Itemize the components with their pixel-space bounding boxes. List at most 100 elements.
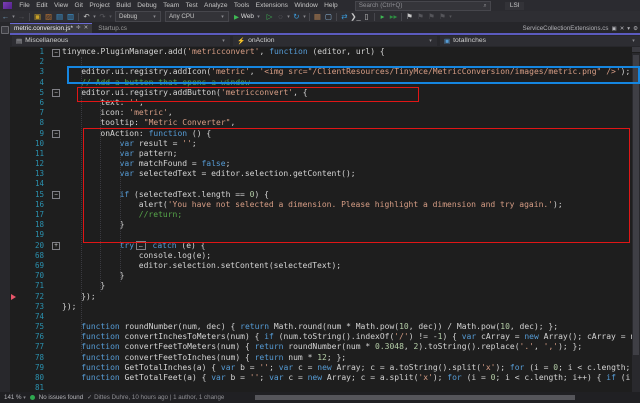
code-line[interactable]: 78 function convertFeetToInches(num) { re… <box>10 353 632 363</box>
code-line[interactable]: 18} <box>10 220 632 230</box>
menu-test[interactable]: Test <box>182 2 200 9</box>
code-line[interactable]: 68 console.log(e); <box>10 251 632 261</box>
menu-file[interactable]: File <box>16 2 33 9</box>
tab-metric-conversion-js[interactable]: metric.conversion.js* ✛ ✕ <box>10 22 93 33</box>
scrollbar-split-handle[interactable] <box>632 47 640 53</box>
horizontal-scrollbar-thumb[interactable] <box>255 395 575 400</box>
fold-margin[interactable] <box>50 108 62 118</box>
fold-margin[interactable] <box>50 118 62 128</box>
menu-extensions[interactable]: Extensions <box>252 2 291 9</box>
code-line[interactable]: 74 <box>10 312 632 322</box>
code-line[interactable]: 13 var selectedText = editor.selection.ge… <box>10 169 632 179</box>
code-line[interactable]: 76 function convertInchesToMeters(num) { … <box>10 332 632 342</box>
save-icon[interactable]: ▤ <box>54 12 65 22</box>
breakpoint-margin[interactable] <box>10 271 18 281</box>
breakpoint-margin[interactable] <box>10 190 18 200</box>
fold-margin[interactable] <box>50 220 62 230</box>
breakpoint-margin[interactable] <box>10 118 18 128</box>
fold-margin[interactable] <box>50 302 62 312</box>
fold-margin[interactable] <box>50 271 62 281</box>
breakpoint-margin[interactable] <box>10 230 18 240</box>
menu-git[interactable]: Git <box>71 2 86 9</box>
code-line[interactable]: 11 var pattern; <box>10 149 632 159</box>
fold-collapse-icon[interactable]: − <box>52 130 60 138</box>
fold-margin[interactable]: − <box>50 88 62 98</box>
packages-icon[interactable]: ▦ <box>312 12 323 22</box>
menu-help[interactable]: Help <box>321 2 341 9</box>
collapsed-region-box[interactable]: … <box>136 240 146 250</box>
member-dropdown[interactable]: ▣ totalInches ▾ <box>440 35 640 46</box>
fold-expand-icon[interactable]: + <box>52 242 60 251</box>
code-line[interactable]: 14 <box>10 179 632 189</box>
project-dropdown[interactable]: ▤ Miscellaneous ▾ <box>12 35 230 46</box>
tab-startup-cs[interactable]: Startup.cs <box>92 24 133 34</box>
code-line[interactable]: 70} <box>10 271 632 281</box>
fold-collapse-icon[interactable]: − <box>52 191 60 200</box>
fold-margin[interactable] <box>50 57 62 67</box>
breakpoint-margin[interactable] <box>10 322 18 332</box>
fold-margin[interactable] <box>50 210 62 220</box>
bookmark-clear-icon[interactable]: ⚑ <box>437 12 448 22</box>
code-line[interactable]: 73}); <box>10 302 632 312</box>
menu-view[interactable]: View <box>51 2 72 9</box>
breakpoint-margin[interactable] <box>10 88 18 98</box>
bookmark-prev-icon[interactable]: ⚑ <box>415 12 426 22</box>
fold-margin[interactable] <box>50 179 62 189</box>
code-line[interactable]: 81 <box>10 383 632 392</box>
solution-name[interactable]: LSI <box>504 1 525 10</box>
breakpoint-margin[interactable] <box>10 332 18 342</box>
fold-margin[interactable] <box>50 363 62 373</box>
code-line[interactable]: 1− tinymce.PluginManager.add('metricconve… <box>10 47 632 57</box>
code-line[interactable]: 4 // Add a button that opens a window <box>10 78 632 88</box>
breakpoint-margin[interactable] <box>10 261 18 271</box>
fold-margin[interactable]: + <box>50 241 62 251</box>
breakpoint-margin[interactable] <box>10 251 18 261</box>
browser-preview-icon[interactable]: ▢ <box>323 12 334 22</box>
breakpoint-margin[interactable] <box>10 159 18 169</box>
code-line[interactable]: 79 function GetTotalInches(a) { var b = '… <box>10 363 632 373</box>
code-line[interactable]: 15− if (selectedText.length == 0) { <box>10 190 632 200</box>
vertical-scrollbar[interactable] <box>632 47 640 392</box>
caret-redo-icon[interactable]: ▾ <box>108 14 113 20</box>
fold-collapse-icon[interactable]: − <box>52 89 60 98</box>
fold-margin[interactable] <box>50 332 62 342</box>
code-line[interactable]: 75 function roundNumber(num, dec) { retur… <box>10 322 632 332</box>
tab-servicecollectionextensions-cs[interactable]: ServiceCollectionExtensions.cs <box>523 25 609 32</box>
fold-margin[interactable]: − <box>50 190 62 200</box>
fold-margin[interactable] <box>50 200 62 210</box>
code-line[interactable]: 80 function GetTotalFeet(a) { var b = '';… <box>10 373 632 383</box>
issues-status-text[interactable]: No issues found <box>39 394 83 401</box>
breakpoint-margin[interactable] <box>10 47 18 57</box>
close-icon[interactable]: ✕ <box>620 26 625 32</box>
menu-build[interactable]: Build <box>113 2 134 9</box>
breakpoint-margin[interactable] <box>10 179 18 189</box>
breakpoint-margin[interactable] <box>10 67 18 77</box>
breakpoint-margin[interactable] <box>10 312 18 322</box>
fold-collapse-icon[interactable]: − <box>52 48 60 57</box>
save-all-icon[interactable]: ▥ <box>65 12 76 22</box>
code-line[interactable]: 16 alert('You have not selected a dimensi… <box>10 200 632 210</box>
code-line[interactable]: 71} <box>10 281 632 291</box>
code-line[interactable]: 19 <box>10 230 632 240</box>
breakpoint-margin[interactable] <box>10 210 18 220</box>
document-icon[interactable]: ▯ <box>361 12 372 22</box>
fold-margin[interactable] <box>50 98 62 108</box>
breakpoint-margin[interactable] <box>10 353 18 363</box>
code-line[interactable]: 9− onAction: function () { <box>10 129 632 139</box>
code-line[interactable]: 7 icon: 'metric', <box>10 108 632 118</box>
type-dropdown[interactable]: ⚡ onAction ▾ <box>233 35 437 46</box>
bookmark-next-icon[interactable]: ⚑ <box>426 12 437 22</box>
breakpoint-margin[interactable] <box>10 200 18 210</box>
platform-dropdown[interactable]: Any CPU ▾ <box>165 11 229 22</box>
fold-margin[interactable] <box>50 78 62 88</box>
breakpoint-margin[interactable] <box>10 169 18 179</box>
fold-margin[interactable] <box>50 230 62 240</box>
start-without-debugging-icon[interactable]: ▷ <box>264 12 275 22</box>
fold-margin[interactable] <box>50 139 62 149</box>
breakpoint-margin[interactable] <box>10 149 18 159</box>
breakpoint-margin[interactable] <box>10 220 18 230</box>
redo-icon[interactable]: ↷ <box>97 12 108 22</box>
fold-margin[interactable] <box>50 322 62 332</box>
fold-margin[interactable] <box>50 281 62 291</box>
zoom-control[interactable]: 141 % ▾ <box>4 394 26 401</box>
